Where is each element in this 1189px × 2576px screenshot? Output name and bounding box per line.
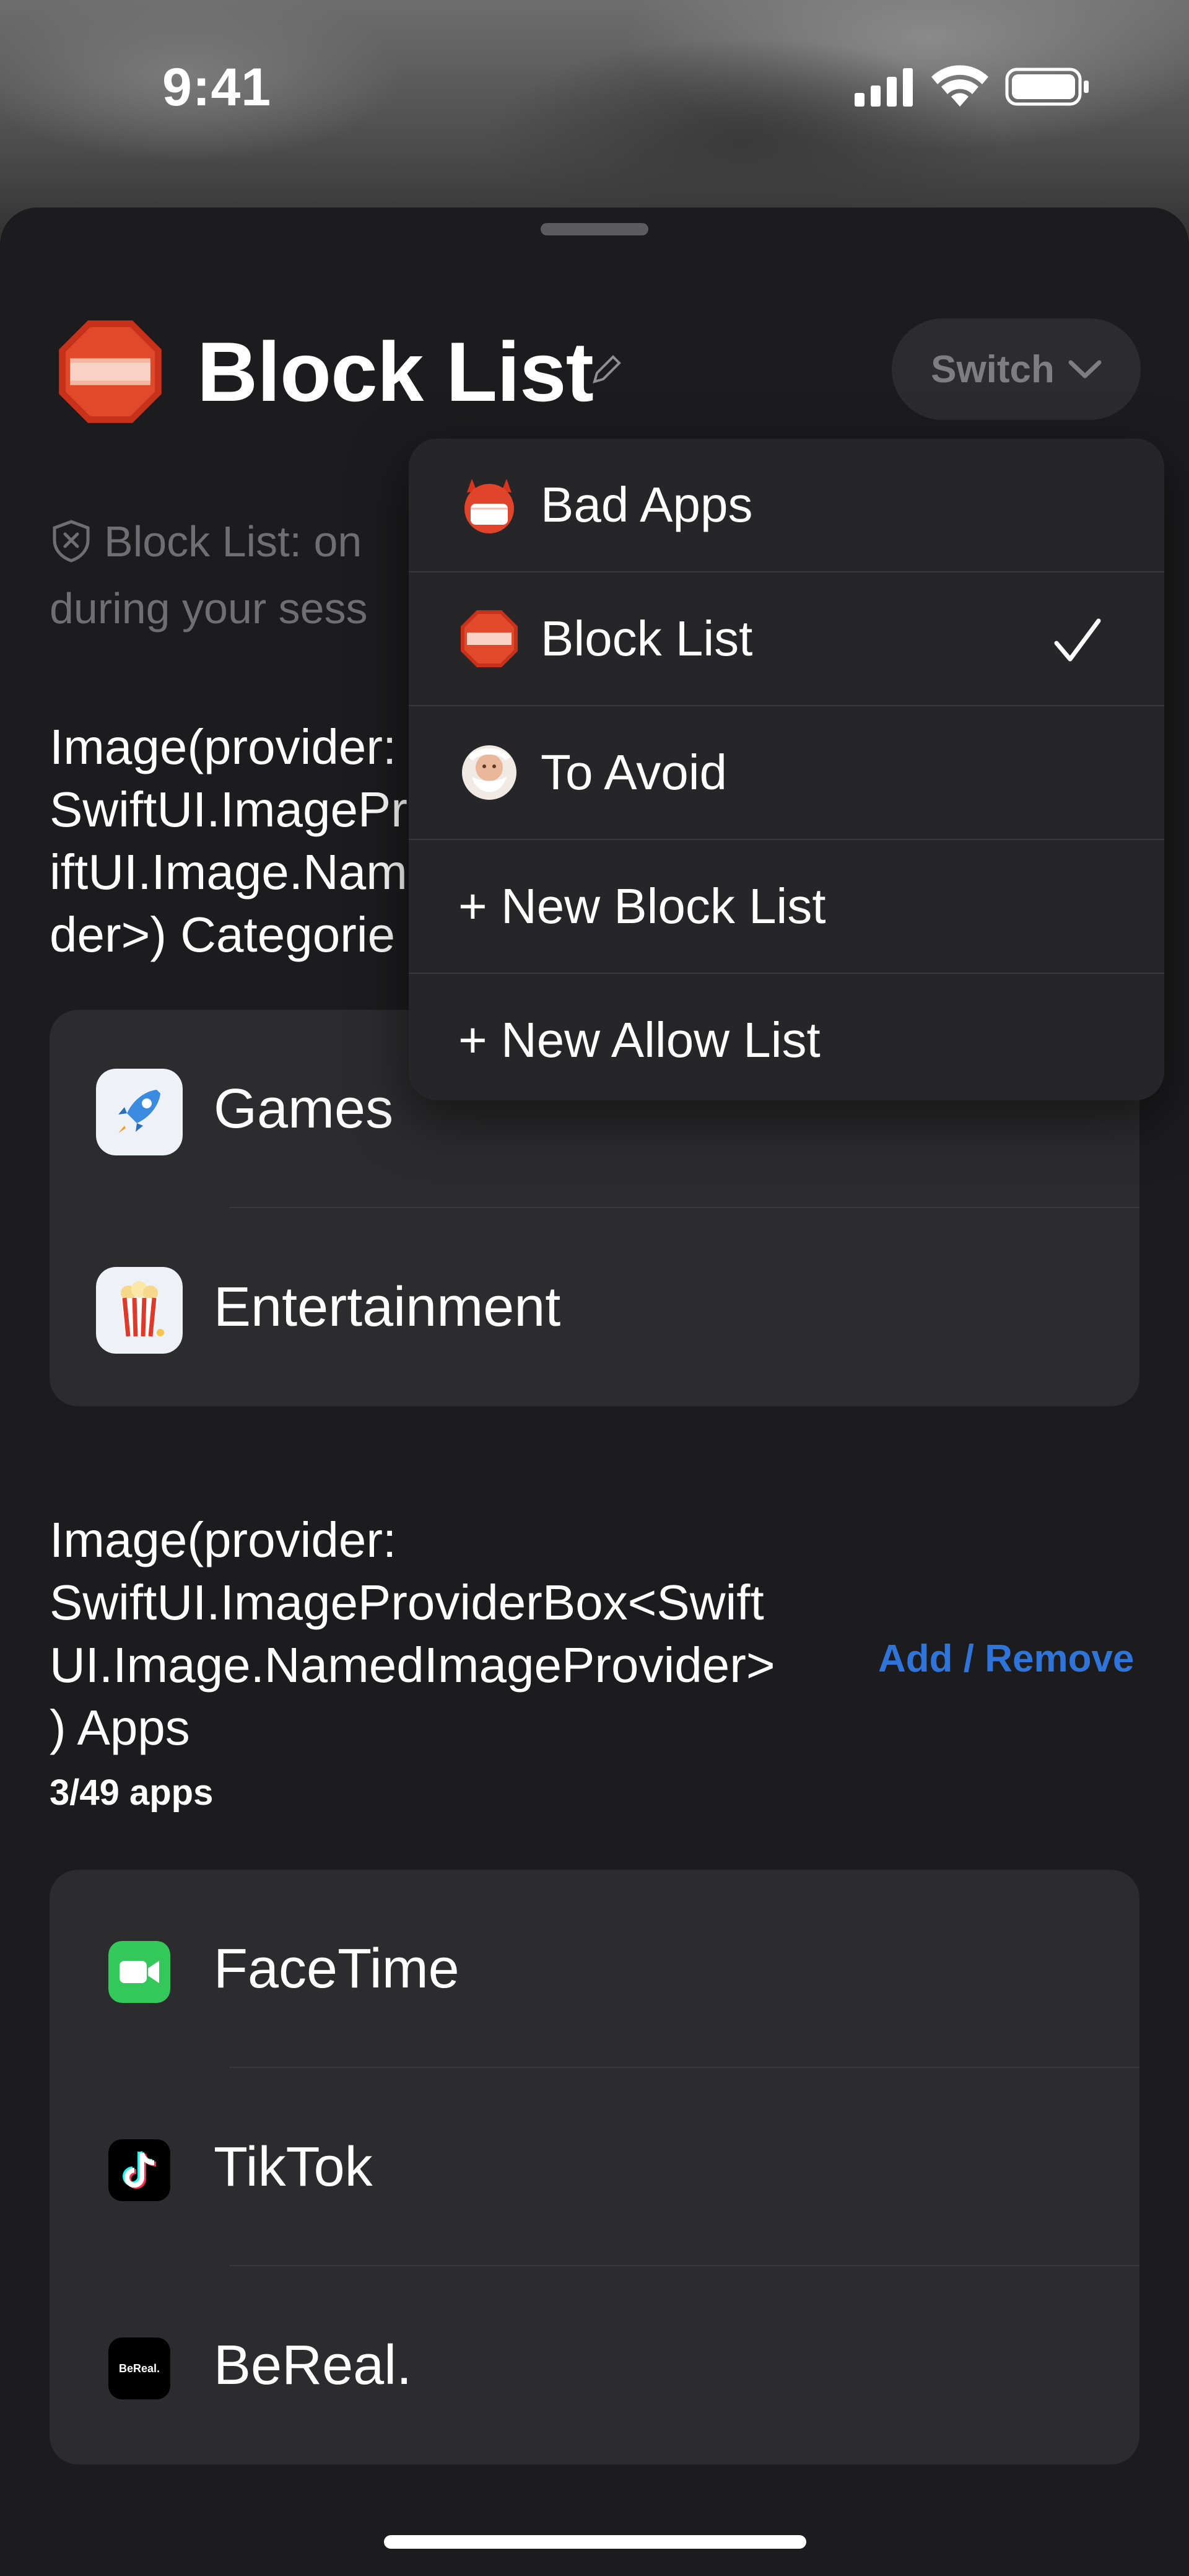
rocket-icon — [96, 1069, 183, 1155]
list-item[interactable]: Entertainment — [50, 1208, 1139, 1406]
menu-item-label: + New Allow List — [458, 1012, 821, 1067]
list-item[interactable]: FaceTime — [50, 1870, 1139, 2068]
stop-sign-icon — [59, 320, 162, 423]
category-label: Entertainment — [214, 1276, 561, 1338]
status-icons — [855, 65, 1089, 107]
stop-sign-icon — [461, 610, 518, 667]
menu-item-new-allow-list[interactable]: + New Allow List — [409, 974, 1164, 1100]
categories-heading-line: Image(provider: — [50, 719, 397, 774]
wifi-icon — [931, 65, 988, 107]
switch-menu: Bad Apps Block List To Avoid + New Block… — [409, 439, 1164, 1100]
categories-heading: Image(provider: SwiftUI.ImagePr iftUI.Im… — [50, 716, 407, 966]
list-item[interactable]: BeReal. BeReal. — [50, 2266, 1139, 2464]
tiktok-icon — [108, 2139, 170, 2201]
apps-heading: Image(provider: SwiftUI.ImageProviderBox… — [50, 1509, 817, 1759]
session-info-text: Block List: on during your sess — [50, 508, 421, 642]
menu-item-label: Bad Apps — [541, 477, 753, 532]
add-remove-button[interactable]: Add / Remove — [878, 1637, 1134, 1681]
switch-label: Switch — [931, 348, 1055, 391]
home-indicator — [384, 2535, 806, 2549]
menu-item-to-avoid[interactable]: To Avoid — [409, 706, 1164, 840]
info-line-2: during your sess — [50, 584, 368, 633]
apps-heading-line: ) Apps — [50, 1700, 190, 1755]
menu-item-label: Block List — [541, 611, 753, 666]
apps-list: FaceTime TikTok BeReal. BeReal. — [50, 1870, 1139, 2464]
app-label: TikTok — [214, 2136, 373, 2198]
status-time: 9:41 — [162, 58, 272, 117]
menu-item-bad-apps[interactable]: Bad Apps — [409, 439, 1164, 572]
apps-count: 3/49 apps — [50, 1772, 214, 1813]
facetime-icon — [108, 1941, 170, 2003]
status-bar: 9:41 — [0, 0, 1189, 180]
bereal-icon: BeReal. — [108, 2337, 170, 2399]
info-line-1: Block List: on — [104, 517, 362, 566]
chevron-down-icon — [1068, 360, 1102, 379]
apps-heading-line: Image(provider: — [50, 1512, 397, 1567]
app-label: FaceTime — [214, 1938, 459, 2000]
devil-face-icon — [464, 479, 514, 533]
cellular-signal-icon — [855, 68, 913, 107]
battery-icon — [1005, 68, 1089, 106]
menu-item-label: + New Block List — [458, 878, 826, 934]
page-title: Block List — [197, 325, 594, 419]
switch-button[interactable]: Switch — [892, 318, 1141, 420]
categories-heading-line: SwiftUI.ImagePr — [50, 782, 407, 837]
checkmark-icon — [1054, 618, 1101, 662]
menu-item-block-list[interactable]: Block List — [409, 572, 1164, 706]
categories-heading-line: iftUI.Image.Nam — [50, 844, 407, 900]
sheet-grabber[interactable] — [541, 223, 648, 235]
apps-heading-line: SwiftUI.ImageProviderBox<Swift — [50, 1575, 764, 1630]
category-label: Games — [214, 1078, 394, 1140]
apps-heading-line: UI.Image.NamedImageProvider> — [50, 1637, 775, 1693]
santa-face-icon — [462, 745, 516, 800]
svg-text:BeReal.: BeReal. — [119, 2362, 160, 2375]
popcorn-icon — [96, 1267, 183, 1354]
list-item[interactable]: TikTok — [50, 2068, 1139, 2266]
shield-x-icon — [53, 520, 90, 563]
menu-item-new-block-list[interactable]: + New Block List — [409, 840, 1164, 974]
menu-item-label: To Avoid — [541, 745, 727, 800]
categories-heading-line: der>) Categorie — [50, 907, 396, 962]
app-label: BeReal. — [214, 2334, 412, 2396]
pencil-icon[interactable] — [588, 351, 625, 388]
